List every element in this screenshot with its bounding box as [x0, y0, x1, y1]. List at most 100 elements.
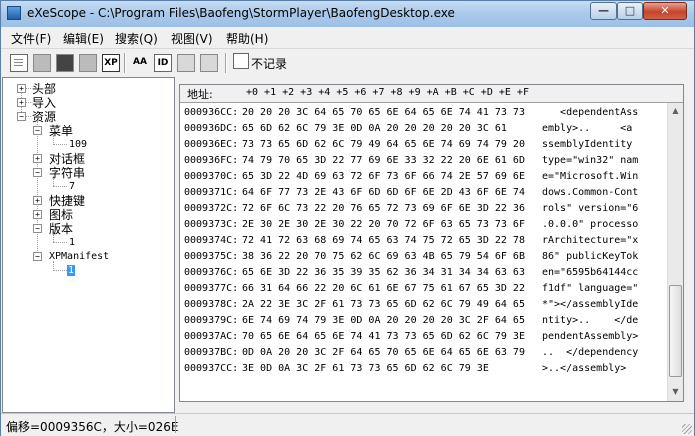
tree-item-resources[interactable]: 资源	[32, 110, 56, 124]
hex-address: 000936FC:	[184, 155, 239, 166]
image-view-icon[interactable]	[177, 54, 195, 72]
expander-icon[interactable]: +	[33, 196, 42, 205]
hex-bytes: 65 6D 62 6C 79 3E 0D 0A 20 20 20 20 20 3…	[242, 123, 507, 134]
column-header: +0 +1 +2 +3 +4 +5 +6 +7 +8 +9 +A +B +C +…	[246, 87, 529, 98]
expander-icon[interactable]: +	[17, 84, 26, 93]
hex-bytes: 3E 0D 0A 3C 2F 61 73 73 65 6D 62 6C 79 3…	[242, 363, 489, 374]
scroll-up-icon[interactable]: ▲	[668, 103, 683, 119]
expander-icon[interactable]: −	[17, 112, 26, 121]
hex-bytes: 38 36 22 20 70 75 62 6C 69 63 4B 65 79 5…	[242, 251, 525, 262]
open-icon[interactable]	[33, 54, 51, 72]
expander-icon[interactable]: −	[33, 224, 42, 233]
close-button[interactable]: ✕	[643, 2, 687, 20]
hex-bytes: 6E 74 69 74 79 3E 0D 0A 20 20 20 20 3C 2…	[242, 315, 525, 326]
vertical-scrollbar[interactable]: ▲ ▼	[667, 103, 683, 401]
expander-icon[interactable]: −	[33, 168, 42, 177]
menu-view[interactable]: 视图(V)	[171, 30, 213, 47]
menu-edit[interactable]: 编辑(E)	[63, 30, 104, 47]
hex-ascii: .. </dependency	[542, 347, 639, 358]
tree-item-version[interactable]: 版本	[49, 222, 73, 236]
status-offset-size: 偏移=0009356C，大小=026E	[6, 420, 179, 434]
hex-address: 0009370C:	[184, 171, 239, 182]
resource-id-icon[interactable]: ID	[154, 54, 172, 72]
hex-view[interactable]: 地址: +0 +1 +2 +3 +4 +5 +6 +7 +8 +9 +A +B …	[179, 84, 684, 402]
tree-item-accelerator[interactable]: 快捷键	[49, 194, 85, 208]
tree-item-menu[interactable]: 菜单	[49, 124, 73, 138]
expander-icon[interactable]: −	[33, 126, 42, 135]
hex-bytes: 66 31 64 66 22 20 6C 61 6E 67 75 61 67 6…	[242, 283, 525, 294]
hex-ascii: rols" version="6	[542, 203, 639, 214]
hex-address: 000936EC:	[184, 139, 239, 150]
hex-ascii: dows.Common-Cont	[542, 187, 639, 198]
status-separator	[175, 416, 176, 433]
hex-bytes: 65 6E 3D 22 36 35 39 35 62 36 34 31 34 3…	[242, 267, 525, 278]
tree-item-menu-109[interactable]: 109	[69, 138, 87, 152]
no-log-label[interactable]: 不记录	[251, 55, 287, 72]
hex-address: 000936CC:	[184, 107, 239, 118]
hex-ascii: *"></assemblyIde	[542, 299, 639, 310]
hex-address: 0009377C:	[184, 283, 239, 294]
menu-help[interactable]: 帮助(H)	[226, 30, 268, 47]
scroll-down-icon[interactable]: ▼	[668, 384, 683, 400]
hex-address: 000937BC:	[184, 347, 239, 358]
hex-bytes: 0D 0A 20 20 3C 2F 64 65 70 65 6E 64 65 6…	[242, 347, 525, 358]
expander-icon[interactable]: +	[33, 154, 42, 163]
hex-ascii: .0.0.0" processo	[542, 219, 639, 230]
new-document-icon[interactable]	[10, 54, 28, 72]
application-window: eXeScope - C:\Program Files\Baofeng\Stor…	[0, 0, 695, 436]
hex-ascii: f1df" language="	[542, 283, 639, 294]
menu-bar: 文件(F) 编辑(E) 搜索(Q) 视图(V) 帮助(H)	[1, 27, 694, 47]
hex-address: 000937CC:	[184, 363, 239, 374]
hex-bytes: 65 3D 22 4D 69 63 72 6F 73 6F 66 74 2E 5…	[242, 171, 525, 182]
expander-icon[interactable]: −	[33, 252, 42, 261]
app-icon	[7, 6, 21, 20]
menu-file[interactable]: 文件(F)	[11, 30, 51, 47]
toolbar-separator	[225, 53, 227, 73]
tree-item-header[interactable]: 头部	[32, 82, 56, 96]
title-bar[interactable]: eXeScope - C:\Program Files\Baofeng\Stor…	[1, 1, 694, 27]
status-bar: 偏移=0009356C，大小=026E	[1, 413, 694, 436]
hex-address: 0009378C:	[184, 299, 239, 310]
hex-bytes: 73 73 65 6D 62 6C 79 49 64 65 6E 74 69 7…	[242, 139, 525, 150]
address-label: 地址:	[187, 88, 213, 101]
hex-ascii: <dependentAss	[542, 107, 639, 118]
resize-grip-icon[interactable]	[682, 424, 692, 434]
menu-search[interactable]: 搜索(Q)	[115, 30, 158, 47]
hex-ascii: rArchitecture="x	[542, 235, 639, 246]
scroll-thumb[interactable]	[669, 285, 682, 377]
hex-ascii: type="win32" nam	[542, 155, 639, 166]
hex-rows[interactable]: 000936BC:20 3C 64 65 70 65 6E 64 65 6E 6…	[180, 103, 668, 401]
maximize-button[interactable]: □	[617, 2, 643, 20]
hex-ascii: ntity>.. </de	[542, 315, 639, 326]
hex-ascii: pendentAssembly>	[542, 331, 639, 342]
hex-address: 000936DC:	[184, 123, 239, 134]
minimize-button[interactable]: —	[590, 2, 617, 20]
hex-address: 0009376C:	[184, 267, 239, 278]
tree-item-icon[interactable]: 图标	[49, 208, 73, 222]
expander-icon[interactable]: +	[17, 98, 26, 107]
selected-node-label[interactable]: 1	[67, 265, 76, 276]
font-icon[interactable]: AA	[131, 54, 149, 72]
hex-address: 0009373C:	[184, 219, 239, 230]
tree-item-string-7[interactable]: 7	[69, 180, 75, 194]
hex-header: 地址: +0 +1 +2 +3 +4 +5 +6 +7 +8 +9 +A +B …	[180, 85, 683, 103]
xp-manifest-icon[interactable]: XP	[102, 54, 120, 72]
resource-tree[interactable]: + 头部 + 导入 − 资源 − 菜单 109 + 对话框 − 字符串 7 + …	[2, 77, 175, 413]
dialog-view-icon[interactable]	[200, 54, 218, 72]
hex-address: 0009371C:	[184, 187, 239, 198]
hex-bytes: 74 79 70 65 3D 22 77 69 6E 33 32 22 20 6…	[242, 155, 525, 166]
save-icon[interactable]	[56, 54, 74, 72]
expander-icon[interactable]: +	[33, 210, 42, 219]
tree-item-imports[interactable]: 导入	[32, 96, 56, 110]
tree-item-version-1[interactable]: 1	[69, 236, 75, 250]
hex-address: 000937AC:	[184, 331, 239, 342]
tree-item-xpmanifest-1[interactable]: 1	[67, 264, 76, 278]
hex-bytes: 20 20 20 3C 64 65 70 65 6E 64 65 6E 74 4…	[242, 107, 525, 118]
hex-address: 0009374C:	[184, 235, 239, 246]
no-log-icon[interactable]	[233, 53, 249, 69]
tree-item-xpmanifest[interactable]: XPManifest	[49, 250, 109, 264]
hex-ascii: embly>.. <a	[542, 123, 633, 134]
tree-item-string[interactable]: 字符串	[49, 166, 85, 180]
export-icon[interactable]	[79, 54, 97, 72]
tree-item-dialog[interactable]: 对话框	[49, 152, 85, 166]
